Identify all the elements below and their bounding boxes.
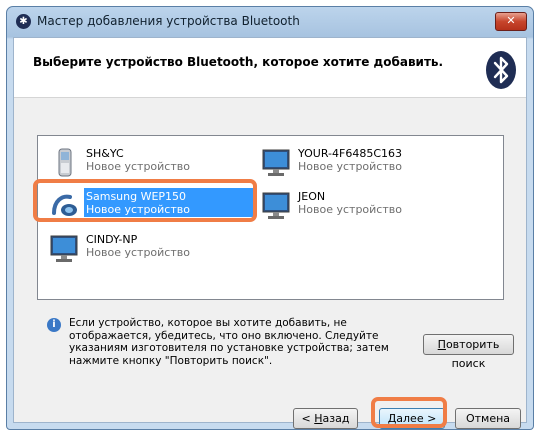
list-item[interactable]: JEON Новое устройство	[256, 187, 466, 225]
retry-search-mnemonic: П	[437, 338, 446, 351]
title-bar[interactable]: ✱ Мастер добавления устройства Bluetooth…	[7, 7, 533, 37]
back-label: азад	[322, 412, 350, 425]
wizard-content: Выберите устройство Bluetooth, которое х…	[13, 37, 527, 429]
annotation-highlight-next	[371, 397, 447, 428]
device-status: Новое устройство	[298, 203, 402, 216]
retry-search-button[interactable]: Повторить поиск	[423, 334, 514, 370]
annotation-highlight-device	[33, 179, 257, 222]
device-status: Новое устройство	[86, 160, 190, 173]
back-arrow: <	[301, 412, 315, 425]
list-item[interactable]: CINDY-NP Новое устройство	[44, 230, 254, 268]
back-mnemonic: Н	[314, 412, 323, 425]
device-name: YOUR-4F6485C163	[298, 147, 402, 160]
back-button[interactable]: < Назад	[293, 408, 358, 429]
cancel-button[interactable]: Отмена	[455, 408, 521, 429]
phone-icon	[48, 148, 82, 178]
info-icon: i	[47, 318, 61, 332]
device-name: SH&YC	[86, 147, 124, 160]
device-name: JEON	[298, 190, 326, 203]
computer-icon	[260, 148, 294, 178]
info-message: Если устройство, которое вы хотите добав…	[69, 317, 389, 367]
computer-icon	[48, 234, 82, 264]
bluetooth-icon: ✱	[16, 14, 31, 29]
computer-icon	[260, 191, 294, 221]
window-title: Мастер добавления устройства Bluetooth	[37, 14, 300, 28]
page-title: Выберите устройство Bluetooth, которое х…	[33, 55, 444, 69]
list-item[interactable]: YOUR-4F6485C163 Новое устройство	[256, 144, 466, 182]
close-button[interactable]: ✕	[495, 12, 527, 31]
device-status: Новое устройство	[298, 160, 402, 173]
retry-search-label: овторить поиск	[445, 338, 500, 370]
wizard-header: Выберите устройство Bluetooth, которое х…	[14, 38, 526, 98]
device-name: CINDY-NP	[86, 233, 138, 246]
list-item[interactable]: SH&YC Новое устройство	[44, 144, 254, 182]
device-status: Новое устройство	[86, 246, 190, 259]
bluetooth-logo-icon	[486, 51, 516, 89]
